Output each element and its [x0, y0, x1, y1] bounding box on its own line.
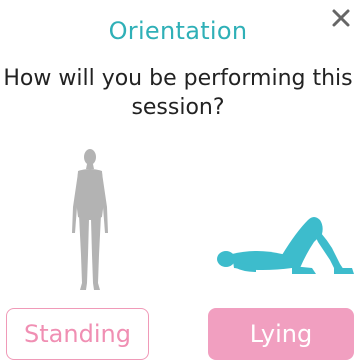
lying-option-label: Lying — [249, 320, 313, 348]
lying-person-icon — [217, 217, 354, 274]
lying-option-button[interactable]: Lying — [208, 308, 354, 360]
standing-option-button[interactable]: Standing — [6, 308, 149, 360]
standing-option-label: Standing — [24, 320, 131, 348]
dialog-title: Orientation — [108, 17, 248, 45]
standing-person-icon — [72, 149, 108, 290]
question-text: How will you be performing this session? — [3, 66, 353, 120]
